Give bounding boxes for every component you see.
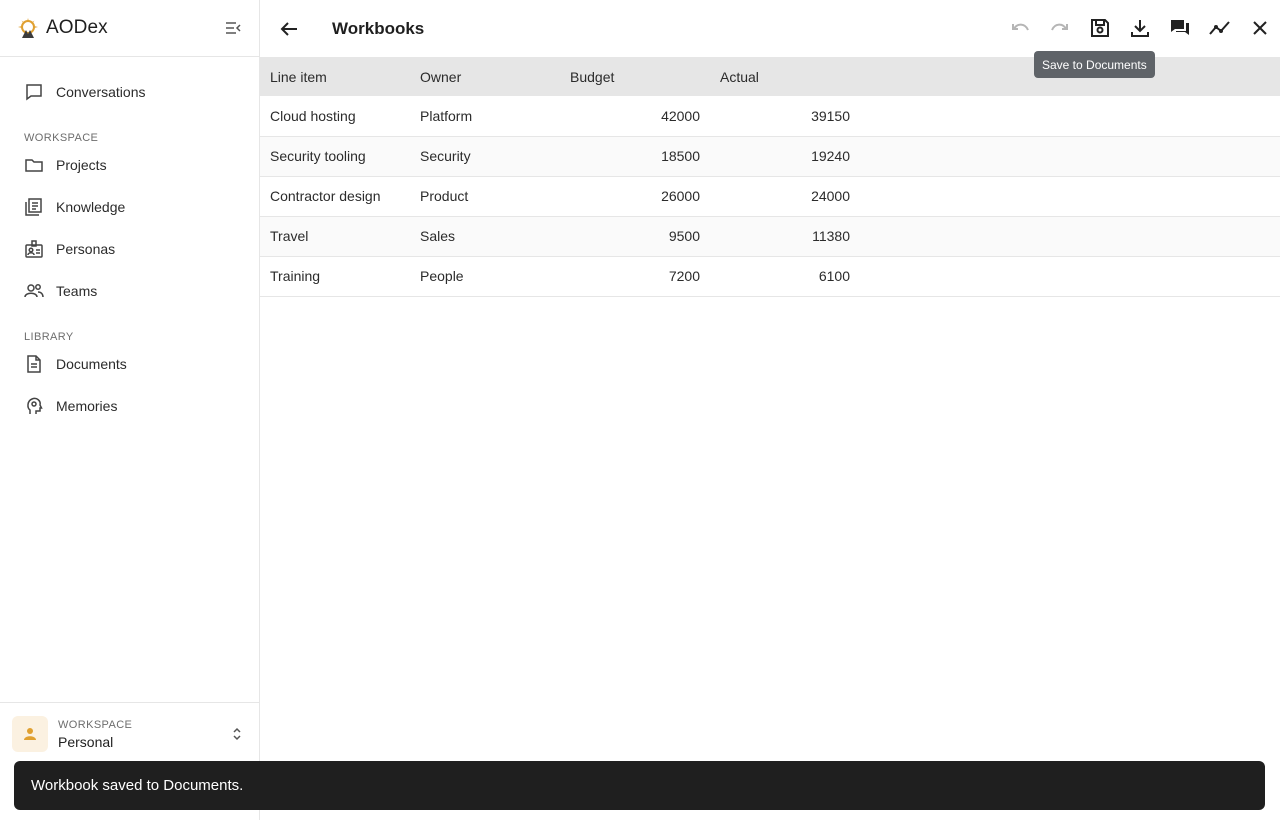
table-cell[interactable]: Security tooling — [260, 136, 410, 176]
section-label-workspace: WORKSPACE — [24, 132, 99, 144]
table-cell[interactable]: Training — [260, 256, 410, 296]
sidebar-item-personas[interactable]: Personas — [0, 228, 259, 270]
table-cell-empty — [860, 216, 1280, 256]
column-header[interactable]: Budget — [560, 57, 710, 96]
column-header[interactable]: Line item — [260, 57, 410, 96]
table-cell[interactable]: 19240 — [710, 136, 860, 176]
redo-icon[interactable] — [1048, 16, 1072, 40]
sidebar-item-label: Knowledge — [56, 199, 126, 215]
app-name: AODex — [46, 17, 108, 38]
sidebar-nav: Conversations WORKSPACE Projects Knowled… — [0, 57, 259, 427]
table-cell[interactable]: Sales — [410, 216, 560, 256]
workbook-table: Line item Owner Budget Actual Cloud host… — [260, 57, 1280, 297]
table-cell[interactable]: 11380 — [710, 216, 860, 256]
workspace-switcher[interactable]: WORKSPACE Personal — [12, 714, 248, 754]
chart-icon[interactable] — [1208, 16, 1232, 40]
unfold-icon — [230, 724, 244, 749]
main-panel: Workbooks Line item Owner Budget Actual … — [260, 0, 1280, 820]
column-header[interactable]: Owner — [410, 57, 560, 96]
table-cell[interactable]: 26000 — [560, 176, 710, 216]
table-row: Travel Sales 9500 11380 — [260, 216, 1280, 256]
table-row: Training People 7200 6100 — [260, 256, 1280, 296]
table-row: Contractor design Product 26000 24000 — [260, 176, 1280, 216]
sidebar-item-label: Teams — [56, 283, 98, 299]
sidebar-item-label: Documents — [56, 356, 127, 372]
workspace-text: WORKSPACE Personal — [58, 719, 132, 750]
brand-header: AODex — [0, 0, 259, 57]
comments-icon[interactable] — [1168, 16, 1192, 40]
table-cell[interactable]: Travel — [260, 216, 410, 256]
workspace-name: Personal — [58, 733, 114, 750]
table-cell[interactable]: 9500 — [560, 216, 710, 256]
page-title: Workbooks — [332, 19, 425, 38]
table-cell-empty — [860, 96, 1280, 136]
table-cell[interactable]: Cloud hosting — [260, 96, 410, 136]
table-cell[interactable]: Security — [410, 136, 560, 176]
sidebar: AODex Conversations WORKSPACE Projects K… — [0, 0, 260, 820]
save-icon[interactable] — [1088, 16, 1112, 40]
table-cell[interactable]: People — [410, 256, 560, 296]
table-cell[interactable]: Product — [410, 176, 560, 216]
sidebar-item-label: Conversations — [56, 84, 146, 100]
sidebar-item-projects[interactable]: Projects — [0, 144, 259, 186]
sidebar-item-label: Projects — [56, 157, 107, 173]
table-row: Security tooling Security 18500 19240 — [260, 136, 1280, 176]
table-cell[interactable]: 42000 — [560, 96, 710, 136]
table-cell[interactable]: 39150 — [710, 96, 860, 136]
sidebar-item-conversations[interactable]: Conversations — [0, 71, 259, 113]
chat-bubble-icon — [24, 82, 44, 102]
workspace-caption: WORKSPACE — [58, 718, 133, 731]
table-cell[interactable]: 18500 — [560, 136, 710, 176]
sidebar-item-knowledge[interactable]: Knowledge — [0, 186, 259, 228]
close-icon[interactable] — [1248, 16, 1272, 40]
head-icon — [24, 396, 44, 416]
save-tooltip: Save to Documents — [1034, 51, 1155, 78]
undo-icon[interactable] — [1008, 16, 1032, 40]
aodex-logo-icon — [16, 16, 40, 40]
sidebar-item-label: Personas — [56, 241, 116, 257]
table-cell-empty — [860, 176, 1280, 216]
badge-icon — [24, 239, 44, 259]
table-cell-empty — [860, 256, 1280, 296]
workbook-toolbar: Workbooks — [260, 0, 1280, 57]
table-cell[interactable]: Platform — [410, 96, 560, 136]
back-arrow-icon[interactable] — [277, 17, 301, 41]
table-cell[interactable]: Contractor design — [260, 176, 410, 216]
document-icon — [24, 354, 44, 374]
section-label-library: LIBRARY — [24, 331, 74, 343]
table-cell[interactable]: 6100 — [710, 256, 860, 296]
table-cell[interactable]: 24000 — [710, 176, 860, 216]
people-icon — [24, 281, 44, 301]
table-row: Cloud hosting Platform 42000 39150 — [260, 96, 1280, 136]
sidebar-item-memories[interactable]: Memories — [0, 385, 259, 427]
toast-notification: Workbook saved to Documents. — [14, 761, 1265, 810]
download-icon[interactable] — [1128, 16, 1152, 40]
table-cell[interactable]: 7200 — [560, 256, 710, 296]
library-icon — [24, 197, 44, 217]
table-cell-empty — [860, 136, 1280, 176]
collapse-sidebar-icon[interactable] — [223, 18, 243, 38]
sidebar-item-label: Memories — [56, 398, 118, 414]
column-header[interactable]: Actual — [710, 57, 860, 96]
sidebar-item-documents[interactable]: Documents — [0, 343, 259, 385]
sidebar-item-teams[interactable]: Teams — [0, 270, 259, 312]
folder-icon — [24, 155, 44, 175]
person-icon — [12, 716, 48, 752]
